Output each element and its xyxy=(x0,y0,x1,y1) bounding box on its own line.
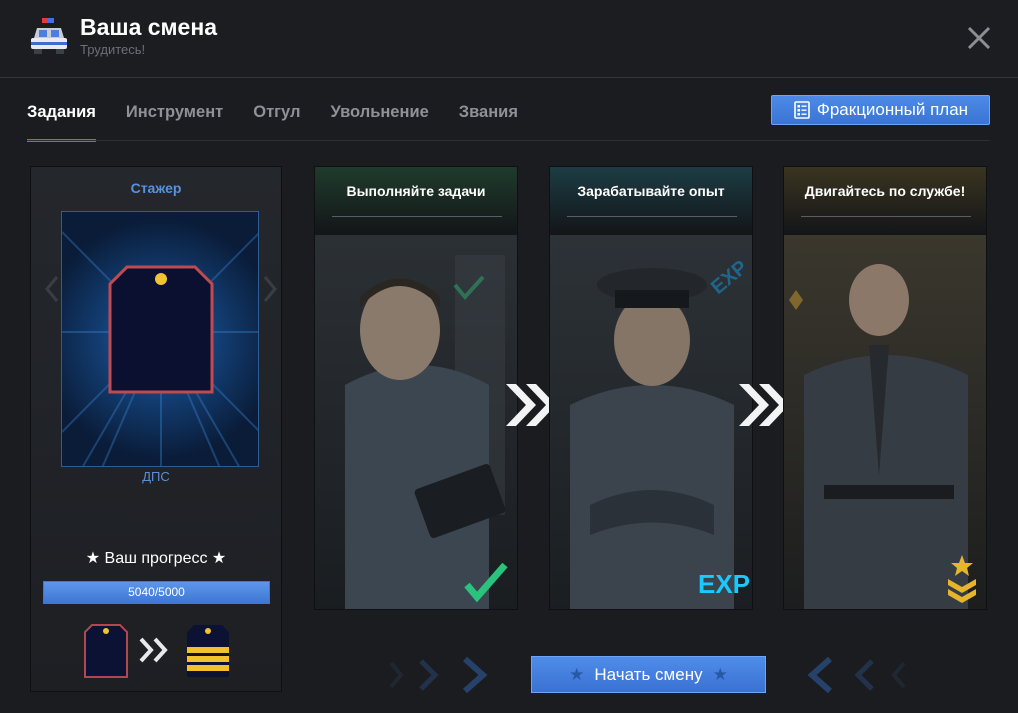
officer-with-cap-illustration: EXP EXP xyxy=(550,235,752,609)
faction-plan-button[interactable]: Фракционный план xyxy=(771,95,990,125)
tab-ranks[interactable]: Звания xyxy=(459,100,518,142)
card-divider xyxy=(567,216,737,217)
card-header xyxy=(315,167,517,235)
star-icon: ★ xyxy=(569,664,585,684)
tab-tasks[interactable]: Задания xyxy=(27,100,96,142)
police-car-icon xyxy=(31,18,67,54)
card-header xyxy=(784,167,986,235)
tab-instrument[interactable]: Инструмент xyxy=(126,100,223,142)
rank-rays xyxy=(62,231,258,466)
decorative-chevrons-right xyxy=(389,656,488,694)
tab-dismissal[interactable]: Увольнение xyxy=(330,100,428,142)
checklist-icon xyxy=(794,101,810,119)
window-subtitle: Трудитесь! xyxy=(80,42,146,57)
window-title: Ваша смена xyxy=(80,14,218,40)
double-chevron-icon xyxy=(139,637,168,663)
tab-bar: Задания Инструмент Отгул Увольнение Зван… xyxy=(27,100,518,142)
rank-department: ДПС xyxy=(142,469,170,484)
card-earn-experience: Зарабатывайте опыт EXP EXP xyxy=(549,166,753,610)
officer-with-tablet-illustration xyxy=(315,235,517,609)
progress-text: 5040/5000 xyxy=(128,585,185,599)
start-shift-label: Начать смену xyxy=(594,664,703,684)
rank-shoulder-board-preview xyxy=(61,211,259,467)
progress-label: ★ Ваш прогресс ★ xyxy=(85,550,227,567)
chevron-right-icon[interactable] xyxy=(263,275,277,303)
star-icon: ★ xyxy=(712,664,728,684)
card-divider xyxy=(801,216,971,217)
card-caption: Выполняйте задачи xyxy=(346,183,486,199)
next-rank-icon xyxy=(187,625,229,677)
rank-title: Стажер xyxy=(130,180,182,196)
close-icon[interactable] xyxy=(966,25,992,51)
rank-panel: Стажер ДПС ★ Ваш прогресс ★ 5040/5000 xyxy=(30,166,282,692)
window-header: Ваша смена Трудитесь! xyxy=(0,0,1018,78)
card-complete-tasks: Выполняйте задачи xyxy=(314,166,518,610)
card-advance-career: Двигайтесь по службе! xyxy=(783,166,987,610)
officer-standing-illustration xyxy=(784,235,986,609)
tabs-divider xyxy=(27,140,990,141)
start-shift-button[interactable]: ★ Начать смену ★ xyxy=(531,656,766,693)
card-caption: Зарабатывайте опыт xyxy=(577,183,725,199)
progress-bar: 5040/5000 xyxy=(43,581,270,604)
card-caption: Двигайтесь по службе! xyxy=(804,183,966,199)
decorative-chevrons-left xyxy=(807,656,906,694)
faction-plan-label: Фракционный план xyxy=(816,100,969,119)
card-header xyxy=(550,167,752,235)
card-divider xyxy=(332,216,502,217)
exp-badge: EXP xyxy=(698,569,750,599)
tab-day-off[interactable]: Отгул xyxy=(253,100,300,142)
chevron-left-icon[interactable] xyxy=(45,275,59,303)
current-rank-icon xyxy=(84,624,128,678)
